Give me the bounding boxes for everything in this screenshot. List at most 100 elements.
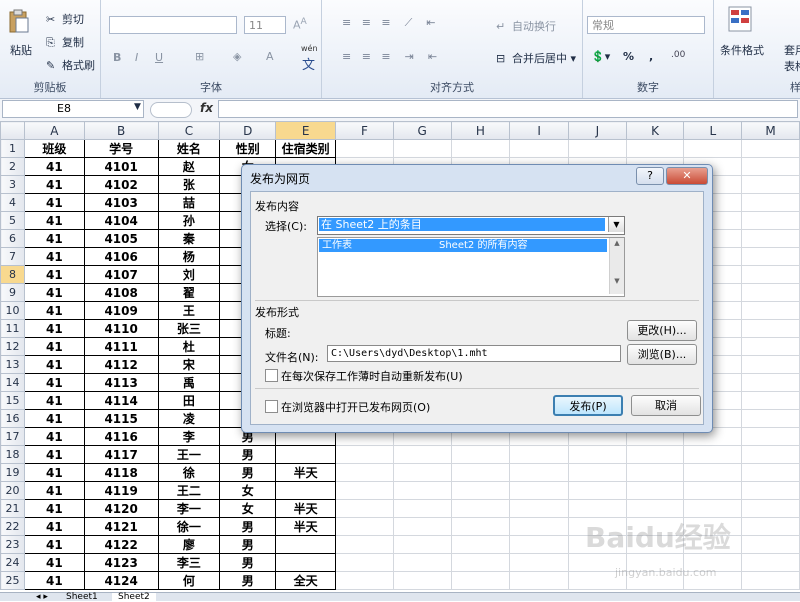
cell-empty[interactable] (392, 481, 452, 500)
cell-a[interactable]: 41 (23, 481, 85, 500)
cell-d[interactable]: 性别 (219, 139, 277, 158)
row-header[interactable]: 25 (0, 571, 25, 590)
column-header-k[interactable]: K (625, 121, 685, 140)
cell-d[interactable]: 男 (219, 517, 277, 536)
column-header-i[interactable]: I (509, 121, 569, 140)
cell-c[interactable]: 李 (157, 427, 221, 446)
cell-empty[interactable] (625, 445, 685, 464)
row-header[interactable]: 1 (0, 139, 25, 158)
cell-b[interactable]: 4121 (83, 517, 159, 536)
cell-empty[interactable] (625, 139, 685, 158)
cell-empty[interactable] (509, 571, 569, 590)
cell-e[interactable] (275, 481, 337, 500)
cell-empty[interactable] (450, 553, 511, 572)
cell-empty[interactable] (450, 481, 511, 500)
row-header[interactable]: 23 (0, 535, 25, 554)
cell-c[interactable]: 李一 (157, 499, 221, 518)
cell-a[interactable]: 41 (23, 337, 85, 356)
cell-b[interactable]: 4103 (83, 193, 159, 212)
font-size-box[interactable]: 11 (244, 16, 286, 34)
cell-a[interactable]: 41 (23, 535, 85, 554)
cell-c[interactable]: 张 (157, 175, 221, 194)
cell-e[interactable] (275, 445, 337, 464)
cell-b[interactable]: 4110 (83, 319, 159, 338)
cell-empty[interactable] (335, 535, 394, 554)
cell-empty[interactable] (741, 481, 800, 500)
cell-empty[interactable] (509, 139, 569, 158)
row-header[interactable]: 7 (0, 247, 25, 266)
cell-d[interactable]: 男 (219, 553, 277, 572)
cell-e[interactable]: 全天 (275, 571, 337, 590)
cell-c[interactable]: 廖 (157, 535, 221, 554)
cell-d[interactable]: 女 (219, 499, 277, 518)
fx-icon[interactable]: fx (200, 101, 213, 115)
cell-empty[interactable] (683, 445, 743, 464)
list-item-selected[interactable]: 工作表 Sheet2 的所有内容 (319, 239, 607, 252)
cell-a[interactable]: 41 (23, 445, 85, 464)
column-header-d[interactable]: D (219, 121, 277, 140)
cell-empty[interactable] (741, 391, 800, 410)
cell-empty[interactable] (741, 517, 800, 536)
cell-empty[interactable] (450, 517, 511, 536)
cell-empty[interactable] (741, 445, 800, 464)
row-header[interactable]: 9 (0, 283, 25, 302)
cell-b[interactable]: 4117 (83, 445, 159, 464)
currency-button[interactable]: 💲▾ (591, 50, 610, 63)
cell-empty[interactable] (683, 481, 743, 500)
cell-empty[interactable] (335, 139, 394, 158)
cell-c[interactable]: 刘 (157, 265, 221, 284)
cell-b[interactable]: 4123 (83, 553, 159, 572)
cell-empty[interactable] (741, 175, 800, 194)
row-header[interactable]: 18 (0, 445, 25, 464)
cell-empty[interactable] (741, 571, 800, 590)
cell-e[interactable] (275, 535, 337, 554)
row-header[interactable]: 19 (0, 463, 25, 482)
cell-empty[interactable] (741, 373, 800, 392)
cell-b[interactable]: 4108 (83, 283, 159, 302)
cell-c[interactable]: 禹 (157, 373, 221, 392)
cell-empty[interactable] (625, 499, 685, 518)
cell-c[interactable]: 孙 (157, 211, 221, 230)
cell-empty[interactable] (741, 427, 800, 446)
cell-empty[interactable] (392, 499, 452, 518)
column-header-m[interactable]: M (741, 121, 800, 140)
cell-a[interactable]: 41 (23, 571, 85, 590)
change-title-button[interactable]: 更改(H)... (627, 320, 697, 341)
cell-empty[interactable] (567, 139, 627, 158)
cell-empty[interactable] (741, 157, 800, 176)
cell-empty[interactable] (741, 355, 800, 374)
cell-b[interactable]: 4116 (83, 427, 159, 446)
cancel-button[interactable]: 取消 (631, 395, 701, 416)
cell-c[interactable]: 宋 (157, 355, 221, 374)
open-browser-checkbox[interactable] (265, 400, 278, 413)
cell-c[interactable]: 李三 (157, 553, 221, 572)
cell-empty[interactable] (741, 265, 800, 284)
cell-empty[interactable] (741, 301, 800, 320)
column-header-l[interactable]: L (683, 121, 743, 140)
cell-a[interactable]: 41 (23, 301, 85, 320)
cell-b[interactable]: 4120 (83, 499, 159, 518)
cell-empty[interactable] (335, 571, 394, 590)
row-header[interactable]: 16 (0, 409, 25, 428)
content-list[interactable]: 工作表 Sheet2 的所有内容 ▲ ▼ (317, 237, 625, 297)
cell-a[interactable]: 41 (23, 265, 85, 284)
cell-c[interactable]: 徐 (157, 463, 221, 482)
cell-c[interactable]: 王二 (157, 481, 221, 500)
row-header[interactable]: 13 (0, 355, 25, 374)
cell-a[interactable]: 41 (23, 355, 85, 374)
cell-a[interactable]: 41 (23, 499, 85, 518)
phonetic-button[interactable]: 文 (302, 54, 315, 73)
chevron-down-icon[interactable]: ▼ (608, 217, 624, 232)
cell-c[interactable]: 杨 (157, 247, 221, 266)
close-button[interactable]: ✕ (666, 167, 708, 185)
cell-empty[interactable] (509, 535, 569, 554)
cell-empty[interactable] (741, 319, 800, 338)
cell-empty[interactable] (741, 535, 800, 554)
fill-color-button[interactable]: ◈ (233, 50, 241, 63)
cell-d[interactable]: 男 (219, 571, 277, 590)
cell-empty[interactable] (335, 553, 394, 572)
row-header[interactable]: 11 (0, 319, 25, 338)
cell-b[interactable]: 4122 (83, 535, 159, 554)
cell-c[interactable]: 姓名 (157, 139, 221, 158)
cell-empty[interactable] (567, 445, 627, 464)
